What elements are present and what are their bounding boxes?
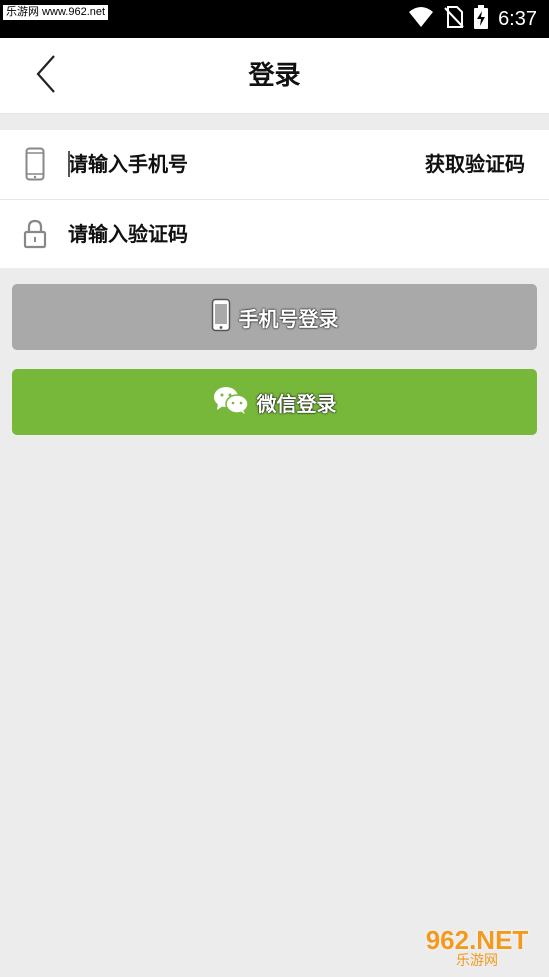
wechat-login-button[interactable]: 微信登录 [12,369,537,435]
watermark-big: 962.NET [425,925,529,955]
code-input[interactable] [68,214,398,254]
phone-row: 获取验证码 [0,130,549,199]
page-title: 登录 [248,61,301,91]
phone-login-button[interactable]: 手机号登录 [12,284,537,350]
watermark-small: 乐游网 [456,953,498,969]
get-code-button[interactable]: 获取验证码 [425,144,525,184]
phone-input[interactable] [68,144,398,184]
header: 登录 [0,38,549,114]
status-icons: 6:37 [408,5,537,33]
text-caret [68,151,70,177]
battery-charging-icon [474,5,489,33]
code-row [0,199,549,268]
status-bar: 乐游网 www.962.net 6:37 [0,0,549,38]
watermark-logo: 962.NET 乐游网 [409,925,545,971]
login-form: 获取验证码 [0,130,549,268]
wechat-login-label: 微信登录 [256,391,337,416]
back-button[interactable] [26,54,66,98]
status-time: 6:37 [498,8,537,30]
phone-icon [211,298,231,337]
wechat-icon [213,385,249,420]
wifi-icon [408,6,434,32]
watermark-top: 乐游网 www.962.net [3,5,109,20]
no-sim-icon [444,6,464,32]
lock-icon [22,216,48,252]
phone-icon [22,146,48,182]
phone-login-label: 手机号登录 [238,306,339,331]
chevron-left-icon [35,54,57,98]
